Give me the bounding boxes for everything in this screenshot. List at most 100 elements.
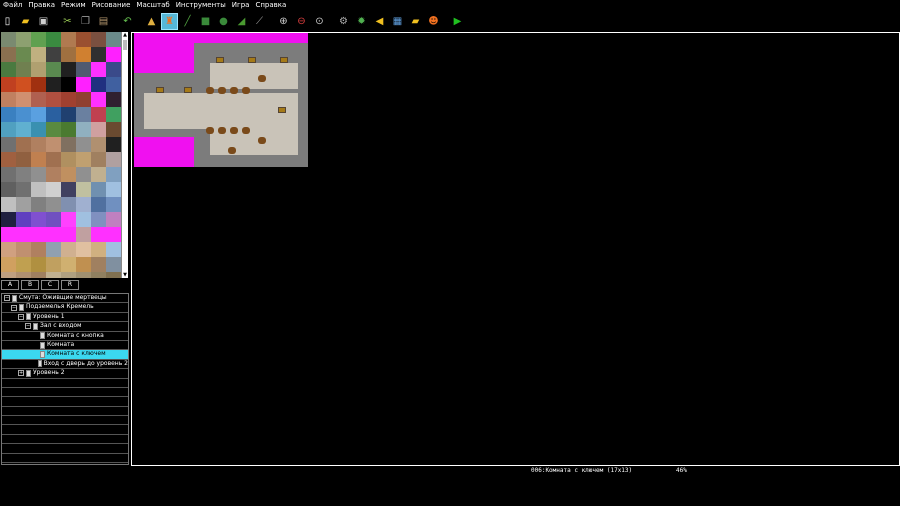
wall-torch[interactable]	[156, 87, 164, 93]
character-icon[interactable]: ☻	[426, 14, 441, 29]
palette-tile[interactable]	[61, 242, 76, 257]
palette-tile[interactable]	[61, 122, 76, 137]
wall-torch[interactable]	[278, 107, 286, 113]
palette-tile[interactable]	[61, 62, 76, 77]
barrel[interactable]	[228, 147, 236, 154]
scroll-thumb[interactable]	[123, 40, 127, 50]
layer-tab-c[interactable]: C	[41, 280, 59, 290]
barrel[interactable]	[230, 87, 238, 94]
palette-tile[interactable]	[61, 77, 76, 92]
palette-tile[interactable]	[91, 137, 106, 152]
palette-tile[interactable]	[91, 122, 106, 137]
palette-tile[interactable]	[1, 182, 16, 197]
palette-tile[interactable]	[1, 92, 16, 107]
palette-tile[interactable]	[91, 107, 106, 122]
palette-tile[interactable]	[16, 227, 31, 242]
palette-tile[interactable]	[46, 77, 61, 92]
palette-tile[interactable]	[46, 92, 61, 107]
palette-tile[interactable]	[46, 152, 61, 167]
palette-tile[interactable]	[76, 242, 91, 257]
cut-icon[interactable]: ✂	[60, 14, 75, 29]
palette-tile[interactable]	[91, 257, 106, 272]
fill-tool-icon[interactable]: ◢	[234, 14, 249, 29]
ellipse-tool-icon[interactable]: ●	[216, 14, 231, 29]
palette-tile[interactable]	[31, 137, 46, 152]
palette-tile[interactable]	[91, 212, 106, 227]
palette-tile[interactable]	[61, 137, 76, 152]
palette-tile[interactable]	[106, 242, 121, 257]
palette-tile[interactable]	[16, 107, 31, 122]
tree-node[interactable]: − Подземелья Кремель	[2, 303, 128, 313]
palette-tile[interactable]	[31, 182, 46, 197]
palette-tile[interactable]	[61, 212, 76, 227]
palette-tile[interactable]	[106, 77, 121, 92]
palette-tile[interactable]	[16, 47, 31, 62]
palette-tile[interactable]	[46, 122, 61, 137]
palette-tile[interactable]	[16, 182, 31, 197]
palette-tile[interactable]	[1, 107, 16, 122]
palette-tile[interactable]	[31, 32, 46, 47]
palette-tile[interactable]	[76, 107, 91, 122]
tree-node[interactable]: − Уровень 1	[2, 313, 128, 323]
palette-tile[interactable]	[31, 197, 46, 212]
scroll-up-icon[interactable]: ▲	[122, 32, 128, 38]
palette-tile[interactable]	[106, 92, 121, 107]
palette-tile[interactable]	[31, 122, 46, 137]
barrel[interactable]	[258, 75, 266, 82]
palette-tile[interactable]	[61, 272, 76, 278]
palette-tile[interactable]	[1, 197, 16, 212]
tree-node[interactable]: Комната с ключем	[2, 350, 128, 360]
zoom-fit-icon[interactable]: ⊙	[312, 14, 327, 29]
wall-torch[interactable]	[280, 57, 288, 63]
palette-tile[interactable]	[16, 92, 31, 107]
layer-tab-b[interactable]: B	[21, 280, 39, 290]
palette-tile[interactable]	[91, 242, 106, 257]
palette-tile[interactable]	[91, 272, 106, 278]
palette-tile[interactable]	[91, 92, 106, 107]
plugin-gear-icon[interactable]: ✹	[354, 14, 369, 29]
layer-tab-a[interactable]: A	[1, 280, 19, 290]
undo-icon[interactable]: ↶	[120, 14, 135, 29]
palette-tile[interactable]	[91, 167, 106, 182]
menu-item-6[interactable]: Игра	[229, 0, 253, 11]
palette-tile[interactable]	[106, 197, 121, 212]
palette-tile[interactable]	[16, 272, 31, 278]
barrel[interactable]	[218, 127, 226, 134]
play-icon[interactable]: ▶	[450, 14, 465, 29]
rectangle-tool-icon[interactable]: ■	[198, 14, 213, 29]
palette-tile[interactable]	[46, 272, 61, 278]
palette-tile[interactable]	[46, 257, 61, 272]
palette-tile[interactable]	[31, 227, 46, 242]
menu-item-4[interactable]: Масштаб	[133, 0, 172, 11]
palette-tile[interactable]	[76, 122, 91, 137]
palette-tile[interactable]	[31, 257, 46, 272]
scroll-down-icon[interactable]: ▼	[122, 272, 128, 278]
palette-tile[interactable]	[76, 272, 91, 278]
palette-tile[interactable]	[61, 107, 76, 122]
palette-tile[interactable]	[91, 182, 106, 197]
barrel[interactable]	[218, 87, 226, 94]
palette-tile[interactable]	[31, 212, 46, 227]
folder-image-icon[interactable]: ▰	[408, 14, 423, 29]
tree-node[interactable]: Комната с кнопка	[2, 332, 128, 341]
palette-tile[interactable]	[76, 32, 91, 47]
palette-tile[interactable]	[61, 32, 76, 47]
palette-tile[interactable]	[1, 47, 16, 62]
palette-tile[interactable]	[61, 47, 76, 62]
tree-node[interactable]: − Смута: Оживщие мертвецы	[2, 294, 128, 304]
palette-tile[interactable]	[91, 62, 106, 77]
menu-item-5[interactable]: Инструменты	[173, 0, 229, 11]
palette-tile[interactable]	[31, 47, 46, 62]
tileset-palette[interactable]	[1, 32, 121, 278]
palette-tile[interactable]	[1, 77, 16, 92]
wall-torch[interactable]	[216, 57, 224, 63]
barrel[interactable]	[230, 127, 238, 134]
collapse-icon[interactable]: −	[11, 304, 17, 311]
layer-tab-r[interactable]: R	[61, 280, 79, 290]
palette-tile[interactable]	[61, 227, 76, 242]
palette-tile[interactable]	[31, 272, 46, 278]
palette-tile[interactable]	[106, 137, 121, 152]
palette-tile[interactable]	[16, 77, 31, 92]
palette-tile[interactable]	[16, 167, 31, 182]
menu-item-1[interactable]: Правка	[25, 0, 58, 11]
